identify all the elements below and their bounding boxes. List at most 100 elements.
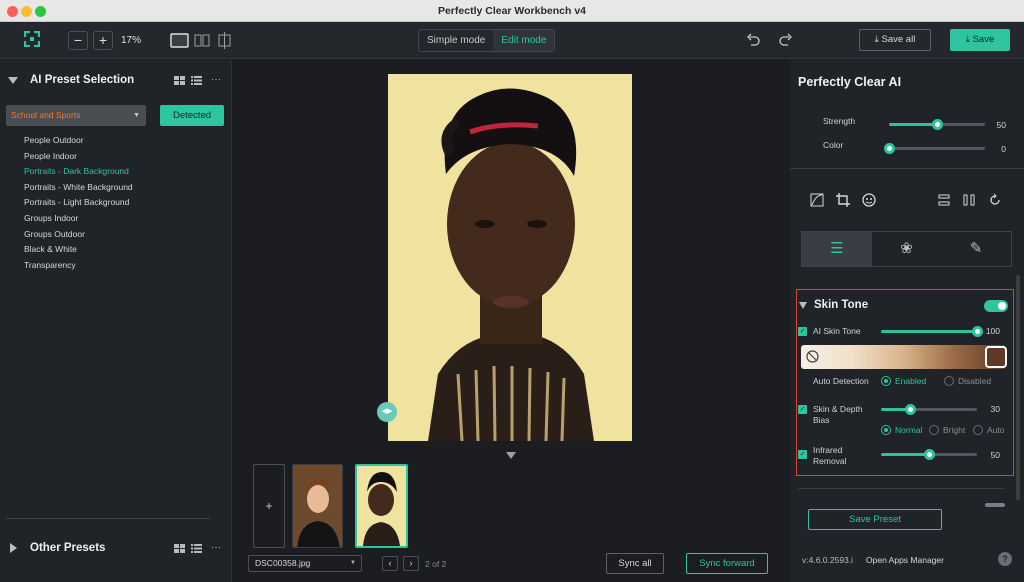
preset-item[interactable]: Portraits - Dark Background [24,164,133,180]
flip-horizontal-icon[interactable] [962,193,976,207]
preset-item[interactable]: Portraits - White Background [24,180,133,196]
crop-icon[interactable] [836,193,850,207]
skin-tone-swatch[interactable] [985,346,1007,368]
tab-retouch[interactable]: ✎ [941,232,1011,266]
normal-radio[interactable] [881,425,891,435]
skin-tone-toggle[interactable] [984,300,1008,312]
skin-depth-bias-value: 30 [990,404,1000,414]
thumbnail-image [357,466,406,546]
chevron-down-icon: ▼ [133,112,140,119]
color-knob[interactable] [884,143,895,154]
disabled-label: Disabled [958,376,992,386]
preset-panel: AI Preset Selection ··· School and Sport… [0,60,232,582]
ai-skin-tone-value: 100 [985,326,1000,336]
more-options-icon[interactable]: ··· [211,74,221,85]
curves-icon[interactable] [810,193,824,207]
next-section-toggle[interactable] [985,503,1005,507]
disabled-radio[interactable] [944,376,954,386]
category-dropdown[interactable]: School and Sports ▼ [6,105,146,126]
zoom-in-button[interactable]: + [93,31,113,50]
expand-icon[interactable] [10,543,17,553]
file-name: DSC00358.jpg [255,558,311,568]
face-icon[interactable] [862,193,876,207]
enabled-radio[interactable] [881,376,891,386]
skin-tone-gradient[interactable] [801,345,1006,369]
preset-item[interactable]: Black & White [24,242,133,258]
thumbnail-2-selected[interactable] [355,464,408,548]
ai-skin-tone-checkbox[interactable]: ✓ [798,327,807,336]
add-image-button[interactable]: + [253,464,285,548]
grid-view-icon[interactable] [174,544,185,553]
color-slider[interactable] [884,143,985,154]
scrollbar[interactable] [1016,275,1020,500]
rotate-icon[interactable] [988,193,1002,207]
no-eyedropper-icon[interactable] [806,350,819,363]
list-view-icon[interactable] [191,544,202,553]
auto-label: Auto [987,425,1005,435]
bright-radio[interactable] [929,425,939,435]
tab-adjust[interactable]: ☰ [802,232,872,266]
open-apps-manager-link[interactable]: Open Apps Manager [866,555,944,565]
main-photo[interactable] [388,74,632,441]
preset-item[interactable]: Groups Outdoor [24,227,133,243]
edit-mode-tab[interactable]: Edit mode [493,30,555,51]
collapse-icon[interactable] [8,77,18,84]
strength-slider[interactable] [889,119,985,130]
preset-item[interactable]: Groups Indoor [24,211,133,227]
preset-item[interactable]: People Outdoor [24,133,133,149]
single-view-icon[interactable] [170,33,189,48]
toggle-filmstrip-icon[interactable] [506,452,516,459]
redo-icon[interactable] [779,33,793,47]
sync-forward-button[interactable]: Sync forward [686,553,768,574]
save-button[interactable]: ⤓ Save [950,29,1010,51]
skin-depth-bias-slider[interactable] [881,404,977,415]
previous-image-button[interactable]: ‹ [382,556,398,571]
chevron-down-icon: ▼ [350,560,356,566]
grid-view-icon[interactable] [174,76,185,85]
save-label: Save [972,34,995,45]
skin-depth-bias-knob[interactable] [904,404,916,415]
infrared-removal-checkbox[interactable]: ✓ [798,450,807,459]
title-bar: Perfectly Clear Workbench v4 [0,0,1024,22]
enabled-label: Enabled [895,376,927,386]
next-image-button[interactable]: › [403,556,419,571]
help-icon[interactable]: ? [998,552,1012,566]
ai-skin-tone-fill [881,330,977,333]
preset-item[interactable]: People Indoor [24,149,133,165]
thumbnail-1[interactable] [292,464,343,548]
flip-vertical-icon[interactable] [937,193,951,207]
infrared-removal-slider[interactable] [881,449,977,460]
list-view-icon[interactable] [191,76,202,85]
preset-item[interactable]: Transparency [24,258,133,274]
file-selector[interactable]: DSC00358.jpg ▼ [248,555,362,572]
ai-skin-tone-slider[interactable] [881,326,983,337]
adjustments-panel: Perfectly Clear AI Strength 50 Color 0 ☰… [790,60,1024,582]
other-presets-title: Other Presets [30,542,106,554]
undo-icon[interactable] [746,33,760,47]
more-options-icon[interactable]: ··· [211,542,221,553]
strength-fill [889,123,937,126]
split-handle-icon[interactable]: ◀▶ [377,402,397,422]
detected-button[interactable]: Detected [160,105,224,126]
strength-knob[interactable] [932,119,943,130]
save-all-button[interactable]: ⤓ Save all [859,29,931,51]
tab-creative[interactable]: ❀ [872,232,942,266]
preset-item[interactable]: Portraits - Light Background [24,195,133,211]
download-icon: ⤓ [874,34,879,45]
infrared-removal-fill [881,453,929,456]
infrared-removal-knob[interactable] [924,449,935,460]
collapse-icon[interactable] [799,302,807,309]
version-text: v:4.6.0.2593.i [802,555,854,565]
mode-switch: Simple mode Edit mode [418,29,556,52]
bright-label: Bright [943,425,966,435]
split-view-icon[interactable] [194,34,210,47]
simple-mode-tab[interactable]: Simple mode [419,30,493,51]
compare-view-icon[interactable] [216,32,233,49]
skin-depth-bias-label-line1: Skin & Depth [813,404,863,414]
skin-depth-bias-checkbox[interactable]: ✓ [798,405,807,414]
divider [798,488,1004,489]
auto-radio[interactable] [973,425,983,435]
zoom-out-button[interactable]: − [68,31,88,50]
save-preset-button[interactable]: Save Preset [808,509,942,530]
sync-all-button[interactable]: Sync all [606,553,664,574]
